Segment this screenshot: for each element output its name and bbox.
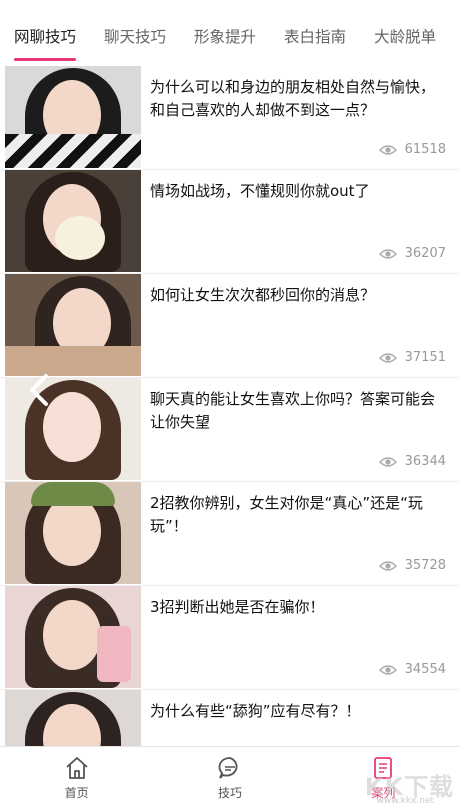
- article-title: 情场如战场，不懂规则你就out了: [150, 182, 370, 200]
- article-item[interactable]: 聊天真的能让女生喜欢上你吗？答案可能会让你失望 36344: [0, 378, 460, 482]
- article-list: 为什么可以和身边的朋友相处自然与愉快，和自己喜欢的人却做不到这一点？ 61518…: [0, 66, 460, 746]
- article-thumbnail: [5, 482, 141, 584]
- back-arrow-icon[interactable]: [20, 370, 60, 410]
- eye-icon: [378, 144, 397, 156]
- eye-icon: [378, 456, 397, 468]
- tab-confession-guide[interactable]: 表白指南: [284, 19, 346, 47]
- article-title: 为什么可以和身边的朋友相处自然与愉快，和自己喜欢的人却做不到这一点？: [150, 78, 436, 119]
- view-count: 35728: [378, 558, 446, 573]
- article-item[interactable]: 3招判断出她是否在骗你！ 34554: [0, 586, 460, 690]
- article-title: 聊天真的能让女生喜欢上你吗？答案可能会让你失望: [150, 390, 436, 431]
- view-count-value: 34554: [404, 662, 446, 677]
- view-count: 36344: [378, 454, 446, 469]
- view-count: 61518: [378, 142, 446, 157]
- home-icon: [64, 755, 90, 781]
- view-count: 37151: [378, 350, 446, 365]
- tab-chat-tips[interactable]: 聊天技巧: [104, 19, 166, 47]
- article-thumbnail: [5, 170, 141, 272]
- eye-icon: [378, 248, 397, 260]
- cases-icon: [370, 755, 396, 781]
- tab-label: 网聊技巧: [14, 28, 77, 46]
- tab-image-improvement[interactable]: 形象提升: [194, 19, 256, 47]
- bottom-navigation: 首页 技巧 案列: [0, 746, 460, 808]
- tab-label: 聊天技巧: [104, 28, 167, 46]
- eye-icon: [378, 560, 397, 572]
- article-item[interactable]: 2招教你辨别，女生对你是“真心”还是“玩玩”！ 35728: [0, 482, 460, 586]
- article-item[interactable]: 为什么有些“舔狗”应有尽有？！: [0, 690, 460, 746]
- nav-home[interactable]: 首页: [0, 747, 153, 808]
- view-count-value: 36207: [404, 246, 446, 261]
- active-tab-indicator: [14, 58, 77, 61]
- article-title: 3招判断出她是否在骗你！: [150, 598, 325, 616]
- nav-cases-label: 案列: [371, 785, 396, 800]
- view-count: 34554: [378, 662, 446, 677]
- view-count-value: 36344: [404, 454, 446, 469]
- nav-cases[interactable]: 案列: [307, 747, 460, 808]
- article-title: 为什么有些“舔狗”应有尽有？！: [150, 702, 361, 720]
- article-thumbnail: [5, 274, 141, 376]
- article-item[interactable]: 情场如战场，不懂规则你就out了 36207: [0, 170, 460, 274]
- tab-label: 表白指南: [284, 28, 347, 46]
- nav-tips[interactable]: 技巧: [153, 747, 306, 808]
- view-count: 36207: [378, 246, 446, 261]
- article-title: 2招教你辨别，女生对你是“真心”还是“玩玩”！: [150, 494, 423, 535]
- view-count-value: 35728: [404, 558, 446, 573]
- nav-home-label: 首页: [64, 785, 89, 800]
- tab-label: 大龄脱单: [374, 28, 437, 46]
- article-title: 如何让女生次次都秒回你的消息？: [150, 286, 376, 304]
- nav-tips-label: 技巧: [217, 785, 242, 800]
- article-item[interactable]: 如何让女生次次都秒回你的消息？ 37151: [0, 274, 460, 378]
- article-item[interactable]: 为什么可以和身边的朋友相处自然与愉快，和自己喜欢的人却做不到这一点？ 61518: [0, 66, 460, 170]
- category-tabs: 网聊技巧 聊天技巧 形象提升 表白指南 大龄脱单: [0, 0, 460, 66]
- eye-icon: [378, 352, 397, 364]
- view-count-value: 61518: [404, 142, 446, 157]
- tab-online-chat-tips[interactable]: 网聊技巧: [14, 19, 77, 61]
- article-thumbnail: [5, 66, 141, 168]
- eye-icon: [378, 664, 397, 676]
- article-thumbnail: [5, 586, 141, 688]
- article-thumbnail: [5, 690, 141, 746]
- chat-bubble-icon: [217, 755, 243, 781]
- view-count-value: 37151: [404, 350, 446, 365]
- tab-label: 形象提升: [194, 28, 257, 46]
- tab-older-singles[interactable]: 大龄脱单: [374, 19, 436, 47]
